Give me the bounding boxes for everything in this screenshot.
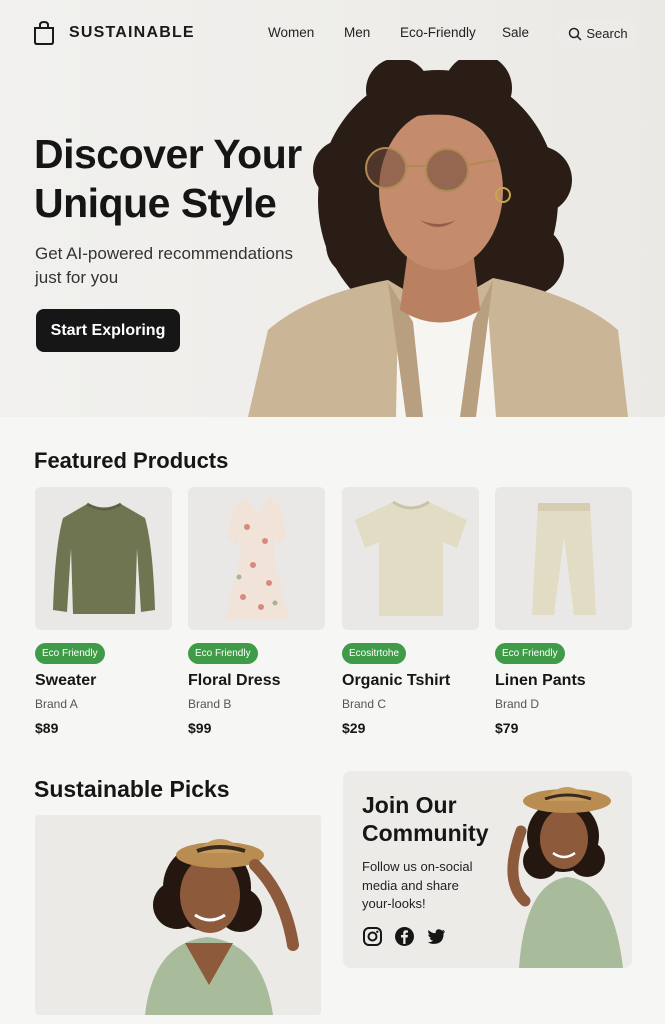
- product-price: $89: [35, 720, 59, 736]
- dress-icon: [224, 496, 289, 619]
- product-image[interactable]: [35, 487, 172, 630]
- community-card: Join Our Community Follow us on-social m…: [343, 771, 632, 968]
- site-header: SUSTAINABLE Women Men Eco-Friendly Sale …: [0, 0, 665, 68]
- product-card-organic-tshirt[interactable]: Ecositrtohe Organic Tshirt Brand C $29: [342, 487, 480, 736]
- hero-model-image: [248, 60, 628, 417]
- facebook-icon[interactable]: [394, 926, 415, 947]
- pants-icon: [531, 502, 596, 615]
- product-image[interactable]: [495, 487, 632, 630]
- tshirt-icon: [354, 500, 467, 616]
- product-price: $79: [495, 720, 519, 736]
- product-image[interactable]: [188, 487, 325, 630]
- sustainable-picks-title: Sustainable Picks: [34, 776, 230, 802]
- shopping-bag-icon: [34, 20, 54, 45]
- product-brand: Brand A: [35, 697, 78, 711]
- nav-eco-friendly[interactable]: Eco-Friendly: [400, 25, 476, 40]
- instagram-icon[interactable]: [362, 926, 383, 947]
- brand-logo[interactable]: SUSTAINABLE: [32, 20, 195, 46]
- brand-name: SUSTAINABLE: [69, 24, 195, 41]
- product-card-floral-dress[interactable]: Eco Friendly Floral Dress Brand B $99: [188, 487, 326, 736]
- product-name[interactable]: Linen Pants: [495, 672, 586, 690]
- search-button[interactable]: Search: [557, 20, 639, 47]
- product-image[interactable]: [342, 487, 479, 630]
- eco-badge: Eco Friendly: [188, 643, 258, 664]
- product-name[interactable]: Floral Dress: [188, 672, 280, 690]
- eco-badge: Ecositrtohe: [342, 643, 407, 664]
- product-price: $99: [188, 720, 212, 736]
- featured-products-title: Featured Products: [34, 448, 229, 473]
- sustainable-picks-image[interactable]: [35, 815, 321, 1015]
- product-brand: Brand D: [495, 697, 540, 711]
- search-label: Search: [586, 26, 628, 41]
- product-brand: Brand C: [342, 697, 387, 711]
- product-brand: Brand B: [188, 697, 232, 711]
- nav-women[interactable]: Women: [268, 25, 314, 40]
- product-card-sweater[interactable]: Eco Friendly Sweater Brand A $89: [35, 487, 173, 736]
- product-name[interactable]: Organic Tshirt: [342, 672, 450, 690]
- nav-men[interactable]: Men: [344, 25, 370, 40]
- social-links: [362, 926, 447, 947]
- nav-sale[interactable]: Sale: [502, 25, 529, 40]
- start-exploring-button[interactable]: Start Exploring: [36, 309, 180, 352]
- community-model-image: [507, 787, 623, 968]
- product-price: $29: [342, 720, 366, 736]
- eco-badge: Eco Friendly: [495, 643, 565, 664]
- twitter-icon[interactable]: [426, 926, 447, 947]
- product-name[interactable]: Sweater: [35, 672, 96, 690]
- search-icon: [569, 27, 582, 41]
- product-card-linen-pants[interactable]: Eco Friendly Linen Pants Brand D $79: [495, 487, 633, 736]
- eco-badge: Eco Friendly: [35, 643, 105, 664]
- sweater-icon: [52, 502, 155, 614]
- model-photo: [35, 815, 321, 1015]
